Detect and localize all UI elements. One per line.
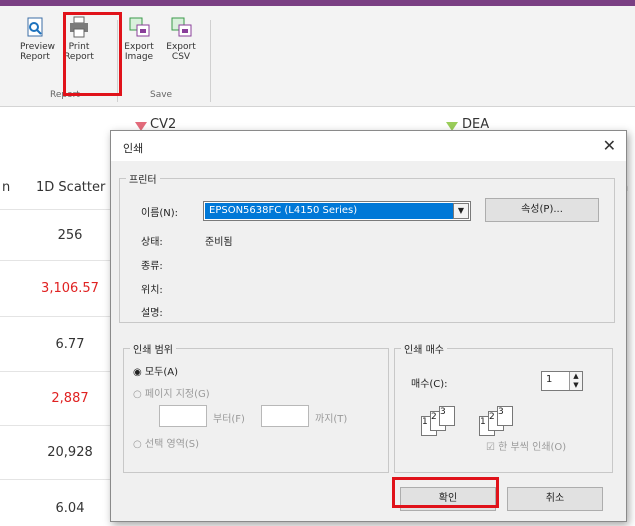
radio-empty-icon: ○ xyxy=(133,389,142,400)
range-selection-label: 선택 영역(S) xyxy=(144,439,200,450)
preview-report-icon xyxy=(24,16,46,38)
collate-checkbox[interactable]: ☑ 한 부씩 인쇄(O) xyxy=(486,438,566,453)
row-divider xyxy=(0,316,110,317)
close-icon[interactable]: ✕ xyxy=(603,136,616,155)
row-divider xyxy=(0,371,110,372)
save-group-label: Save xyxy=(150,90,173,100)
table-cell: 6.04 xyxy=(55,501,85,516)
scatter-column-header[interactable]: 1D Scatter xyxy=(36,180,105,195)
printer-group-label: 프린터 xyxy=(129,175,157,186)
range-all-label: 모두(A) xyxy=(144,367,178,378)
range-all-radio[interactable]: ◉ 모두(A) xyxy=(133,363,178,378)
comment-label: 설명: xyxy=(141,308,163,319)
table-cell: 6.77 xyxy=(55,337,85,352)
preview-report-label: Preview Report xyxy=(20,42,56,62)
ok-button-highlight xyxy=(392,477,499,508)
dialog-title-bar: 인쇄 ✕ xyxy=(111,131,626,161)
to-label: 까지(T) xyxy=(315,414,348,425)
export-csv-label: Export CSV xyxy=(166,42,196,62)
export-image-button[interactable]: Export Image xyxy=(124,16,154,62)
range-pages-radio[interactable]: ○ 페이지 지정(G) xyxy=(133,385,210,400)
spin-arrows-icon[interactable]: ▲ ▼ xyxy=(569,372,582,390)
copies-stepper[interactable]: 1 ▲ ▼ xyxy=(541,371,583,391)
to-page-input[interactable] xyxy=(261,405,309,427)
radio-empty-icon: ○ xyxy=(133,439,142,450)
location-label: 위치: xyxy=(141,285,163,296)
print-dialog: 인쇄 ✕ 프린터 이름(N): EPSON5638FC (L4150 Serie… xyxy=(110,130,627,522)
status-value: 준비됨 xyxy=(205,237,233,248)
range-pages-label: 페이지 지정(G) xyxy=(144,389,210,400)
printer-name-label: 이름(N): xyxy=(141,208,179,219)
collate-label: 한 부씩 인쇄(O) xyxy=(498,442,567,453)
from-label: 부터(F) xyxy=(213,414,245,425)
copies-group-label: 인쇄 매수 xyxy=(404,345,444,356)
dialog-title: 인쇄 xyxy=(123,142,144,155)
print-range-label: 인쇄 범위 xyxy=(133,345,173,356)
checkbox-icon: ☑ xyxy=(486,442,495,453)
table-cell: 256 xyxy=(57,228,83,243)
row-divider xyxy=(0,425,110,426)
printer-select-value: EPSON5638FC (L4150 Series) xyxy=(205,203,454,219)
printer-select[interactable]: EPSON5638FC (L4150 Series) ▼ xyxy=(203,201,471,221)
table-cell: 20,928 xyxy=(47,445,93,460)
cancel-button[interactable]: 취소 xyxy=(507,487,603,511)
table-cell: 2,887 xyxy=(51,391,89,406)
type-label: 종류: xyxy=(141,261,163,272)
ribbon-separator xyxy=(210,20,211,102)
row-divider xyxy=(0,260,110,261)
row-divider xyxy=(0,479,110,480)
row-divider xyxy=(0,209,110,210)
chevron-down-icon[interactable]: ▼ xyxy=(453,203,469,219)
status-label: 상태: xyxy=(141,237,163,248)
export-image-label: Export Image xyxy=(124,42,154,62)
export-csv-button[interactable]: Export CSV xyxy=(166,16,196,62)
from-page-input[interactable] xyxy=(159,405,207,427)
export-image-icon xyxy=(128,16,150,38)
range-selection-radio[interactable]: ○ 선택 영역(S) xyxy=(133,435,199,450)
preview-report-button[interactable]: Preview Report xyxy=(20,16,56,62)
left-column-fragment: n xyxy=(2,180,11,195)
export-csv-icon xyxy=(170,16,192,38)
table-cell: 3,106.57 xyxy=(41,281,99,296)
print-report-highlight xyxy=(63,12,122,96)
printer-group: 프린터 xyxy=(119,171,615,323)
copies-value: 1 xyxy=(546,374,553,385)
radio-selected-icon: ◉ xyxy=(133,367,142,378)
copies-label: 매수(C): xyxy=(411,379,448,390)
properties-button[interactable]: 속성(P)... xyxy=(485,198,599,222)
